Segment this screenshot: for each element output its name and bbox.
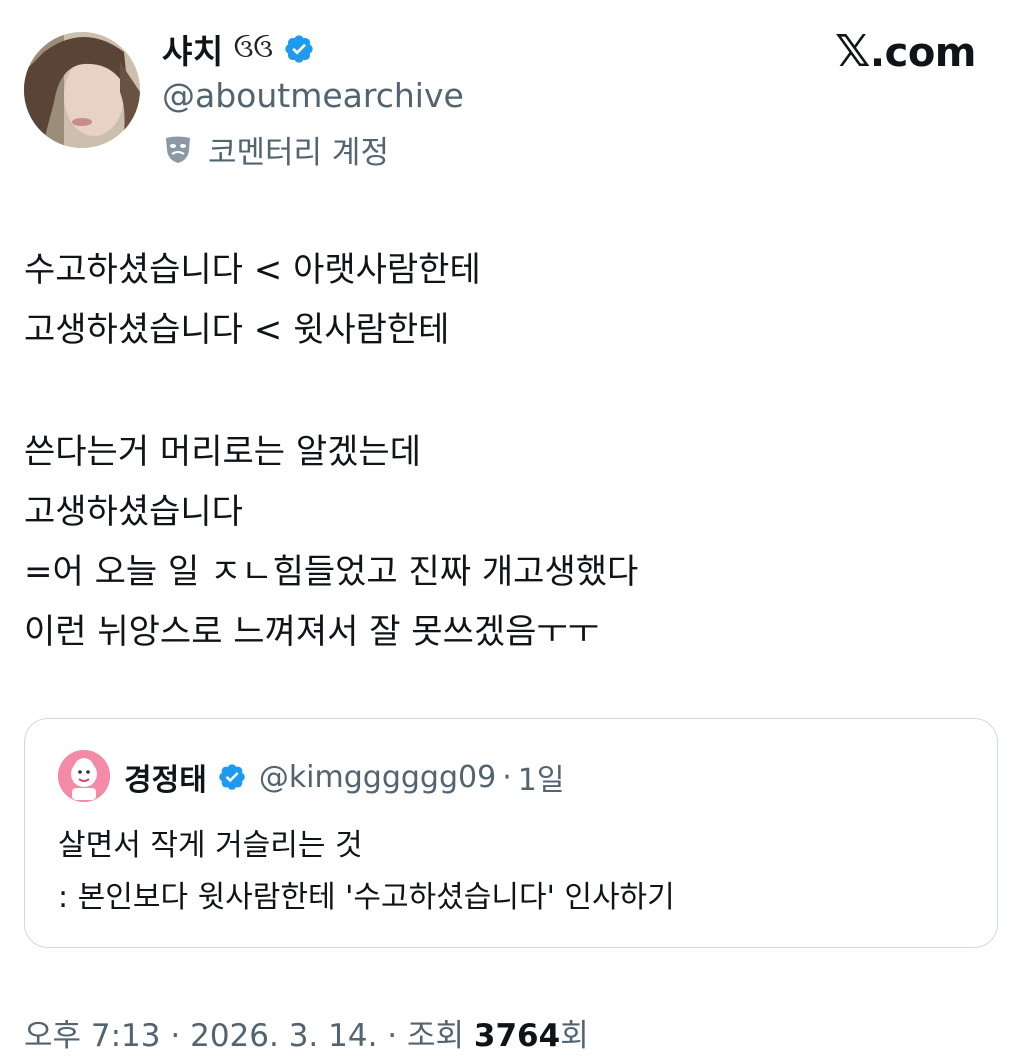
footer-separator: · — [170, 1018, 181, 1054]
author-avatar[interactable] — [24, 32, 140, 148]
author-display-name[interactable]: 샤치 — [162, 25, 224, 73]
author-name-row: 샤치 ઉઉ — [162, 24, 315, 74]
commentary-label: 코멘터리 계정 — [208, 134, 389, 171]
quote-handle[interactable]: @kimgggggg09 — [259, 760, 496, 795]
tweet-line: =어 오늘 일 ㅈㄴ힘들었고 진짜 개고생했다 — [24, 552, 639, 592]
quote-display-name[interactable]: 경정태 — [124, 755, 207, 799]
mask-icon — [162, 133, 194, 165]
verified-badge-icon — [283, 33, 315, 65]
author-avatar-image — [24, 32, 140, 148]
quote-timestamp[interactable]: 1일 — [518, 755, 565, 799]
tweet-time[interactable]: 오후 7:13 — [24, 1018, 161, 1054]
tweet-line: 이런 뉘앙스로 느껴져서 잘 못쓰겠음ㅜㅜ — [24, 612, 599, 652]
site-brand-text: .com — [869, 30, 977, 76]
views-count: 3764 — [473, 1018, 561, 1054]
quote-header: 경정태 @kimgggggg09 · 1일 — [124, 752, 564, 802]
x-logo-icon: 𝕏 — [834, 26, 870, 77]
tweet-line: 쓴다는거 머리로는 알겠는데 — [24, 432, 421, 472]
quote-text-line: 살면서 작게 거슬리는 것 — [58, 828, 363, 863]
tweet-line: 고생하셨습니다 < 윗사람한테 — [24, 310, 450, 350]
tweet-footer: 오후 7:13 · 2026. 3. 14. · 조회 3764회 — [24, 1010, 589, 1055]
tweet-line: 고생하셨습니다 — [24, 492, 243, 532]
author-handle[interactable]: @aboutmearchive — [162, 76, 464, 115]
verified-badge-icon — [217, 762, 247, 792]
footer-separator: · — [387, 1018, 398, 1054]
site-brand: 𝕏.com — [834, 26, 977, 77]
tweet-date[interactable]: 2026. 3. 14. — [190, 1018, 377, 1054]
name-emoji: ઉઉ — [233, 33, 274, 64]
quote-avatar-image — [58, 750, 110, 802]
quote-text-line: : 본인보다 윗사람한테 '수고하셨습니다' 인사하기 — [58, 880, 675, 915]
views-suffix: 회 — [560, 1018, 589, 1054]
tweet-line: 수고하셨습니다 < 아랫사람한테 — [24, 250, 481, 290]
quote-author-avatar[interactable] — [58, 750, 110, 802]
views-label: 조회 — [407, 1018, 465, 1054]
quote-separator: · — [502, 759, 512, 795]
commentary-account-row: 코멘터리 계정 — [162, 126, 389, 172]
